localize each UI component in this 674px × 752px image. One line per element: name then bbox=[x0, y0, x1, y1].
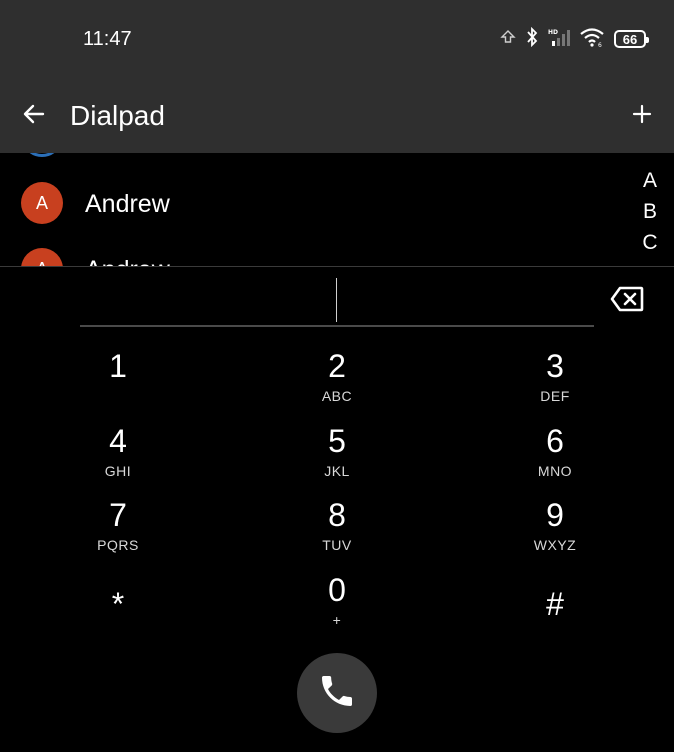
battery-indicator: 66 bbox=[614, 30, 649, 48]
plus-icon bbox=[632, 104, 652, 129]
phone-icon bbox=[317, 671, 357, 716]
contact-name: Andrew bbox=[85, 256, 170, 266]
key-0[interactable]: 0 + bbox=[277, 572, 397, 638]
svg-text:6: 6 bbox=[598, 42, 602, 47]
key-digit: 7 bbox=[109, 497, 127, 533]
text-cursor bbox=[336, 278, 337, 322]
key-7[interactable]: 7 PQRS bbox=[58, 497, 178, 563]
key-digit: 6 bbox=[546, 423, 564, 459]
key-9[interactable]: 9 WXYZ bbox=[495, 497, 615, 563]
key-letters: JKL bbox=[324, 463, 350, 479]
arrow-left-icon bbox=[23, 104, 45, 129]
wifi-icon: 6 bbox=[579, 27, 605, 52]
contact-name: Andrew bbox=[85, 190, 170, 218]
key-digit: 9 bbox=[546, 497, 564, 533]
app-bar: Dialpad bbox=[0, 80, 674, 153]
list-item[interactable]: A Andrew bbox=[0, 172, 620, 234]
status-icons: HD 6 66 bbox=[500, 26, 649, 52]
svg-text:HD: HD bbox=[548, 29, 558, 36]
key-letters: TUV bbox=[322, 537, 352, 553]
key-digit: 3 bbox=[546, 348, 564, 384]
key-letters: DEF bbox=[540, 388, 570, 404]
page-title: Dialpad bbox=[70, 100, 165, 131]
upload-arrow-icon bbox=[500, 29, 516, 50]
status-time: 11:47 bbox=[83, 28, 132, 50]
backspace-button[interactable] bbox=[606, 283, 648, 319]
call-button[interactable] bbox=[297, 653, 377, 733]
avatar: A bbox=[21, 248, 63, 266]
key-digit: 8 bbox=[328, 497, 346, 533]
index-letter[interactable]: C bbox=[642, 227, 657, 258]
index-letter[interactable]: B bbox=[643, 196, 657, 227]
key-digit: 4 bbox=[109, 423, 127, 459]
status-bar: 11:47 HD 6 66 bbox=[0, 0, 674, 80]
backspace-icon bbox=[610, 286, 644, 317]
key-letters: ABC bbox=[321, 388, 353, 404]
index-letter[interactable]: A bbox=[643, 165, 657, 196]
contact-list[interactable]: A Andrew A Andrew bbox=[0, 153, 674, 266]
key-hash[interactable]: # bbox=[495, 578, 615, 644]
add-button[interactable] bbox=[622, 96, 662, 136]
bluetooth-icon bbox=[525, 26, 539, 52]
number-input[interactable] bbox=[80, 278, 594, 326]
key-4[interactable]: 4 GHI bbox=[58, 423, 178, 489]
key-digit: # bbox=[546, 586, 564, 622]
key-8[interactable]: 8 TUV bbox=[277, 497, 397, 563]
key-letters: PQRS bbox=[97, 537, 139, 553]
signal-hd-icon: HD bbox=[548, 27, 570, 52]
key-letters: MNO bbox=[537, 463, 573, 479]
key-letters: WXYZ bbox=[533, 537, 577, 553]
key-2[interactable]: 2 ABC bbox=[277, 348, 397, 414]
battery-level: 66 bbox=[622, 31, 638, 47]
back-button[interactable] bbox=[14, 96, 54, 136]
avatar: A bbox=[21, 182, 63, 224]
key-digit: * bbox=[111, 586, 125, 622]
key-3[interactable]: 3 DEF bbox=[495, 348, 615, 414]
alphabet-index[interactable]: A B C bbox=[638, 165, 662, 258]
list-item[interactable]: A Andrew bbox=[0, 238, 620, 266]
key-6[interactable]: 6 MNO bbox=[495, 423, 615, 489]
avatar bbox=[21, 153, 63, 157]
key-digit: 5 bbox=[328, 423, 346, 459]
key-1[interactable]: 1 bbox=[58, 348, 178, 414]
key-digit: 1 bbox=[109, 348, 127, 384]
key-star[interactable]: * bbox=[58, 578, 178, 644]
divider bbox=[0, 266, 674, 267]
key-5[interactable]: 5 JKL bbox=[277, 423, 397, 489]
input-underline bbox=[80, 325, 594, 327]
key-letters: + bbox=[332, 612, 342, 628]
key-digit: 0 bbox=[328, 572, 346, 608]
key-letters: GHI bbox=[104, 463, 132, 479]
key-digit: 2 bbox=[328, 348, 346, 384]
